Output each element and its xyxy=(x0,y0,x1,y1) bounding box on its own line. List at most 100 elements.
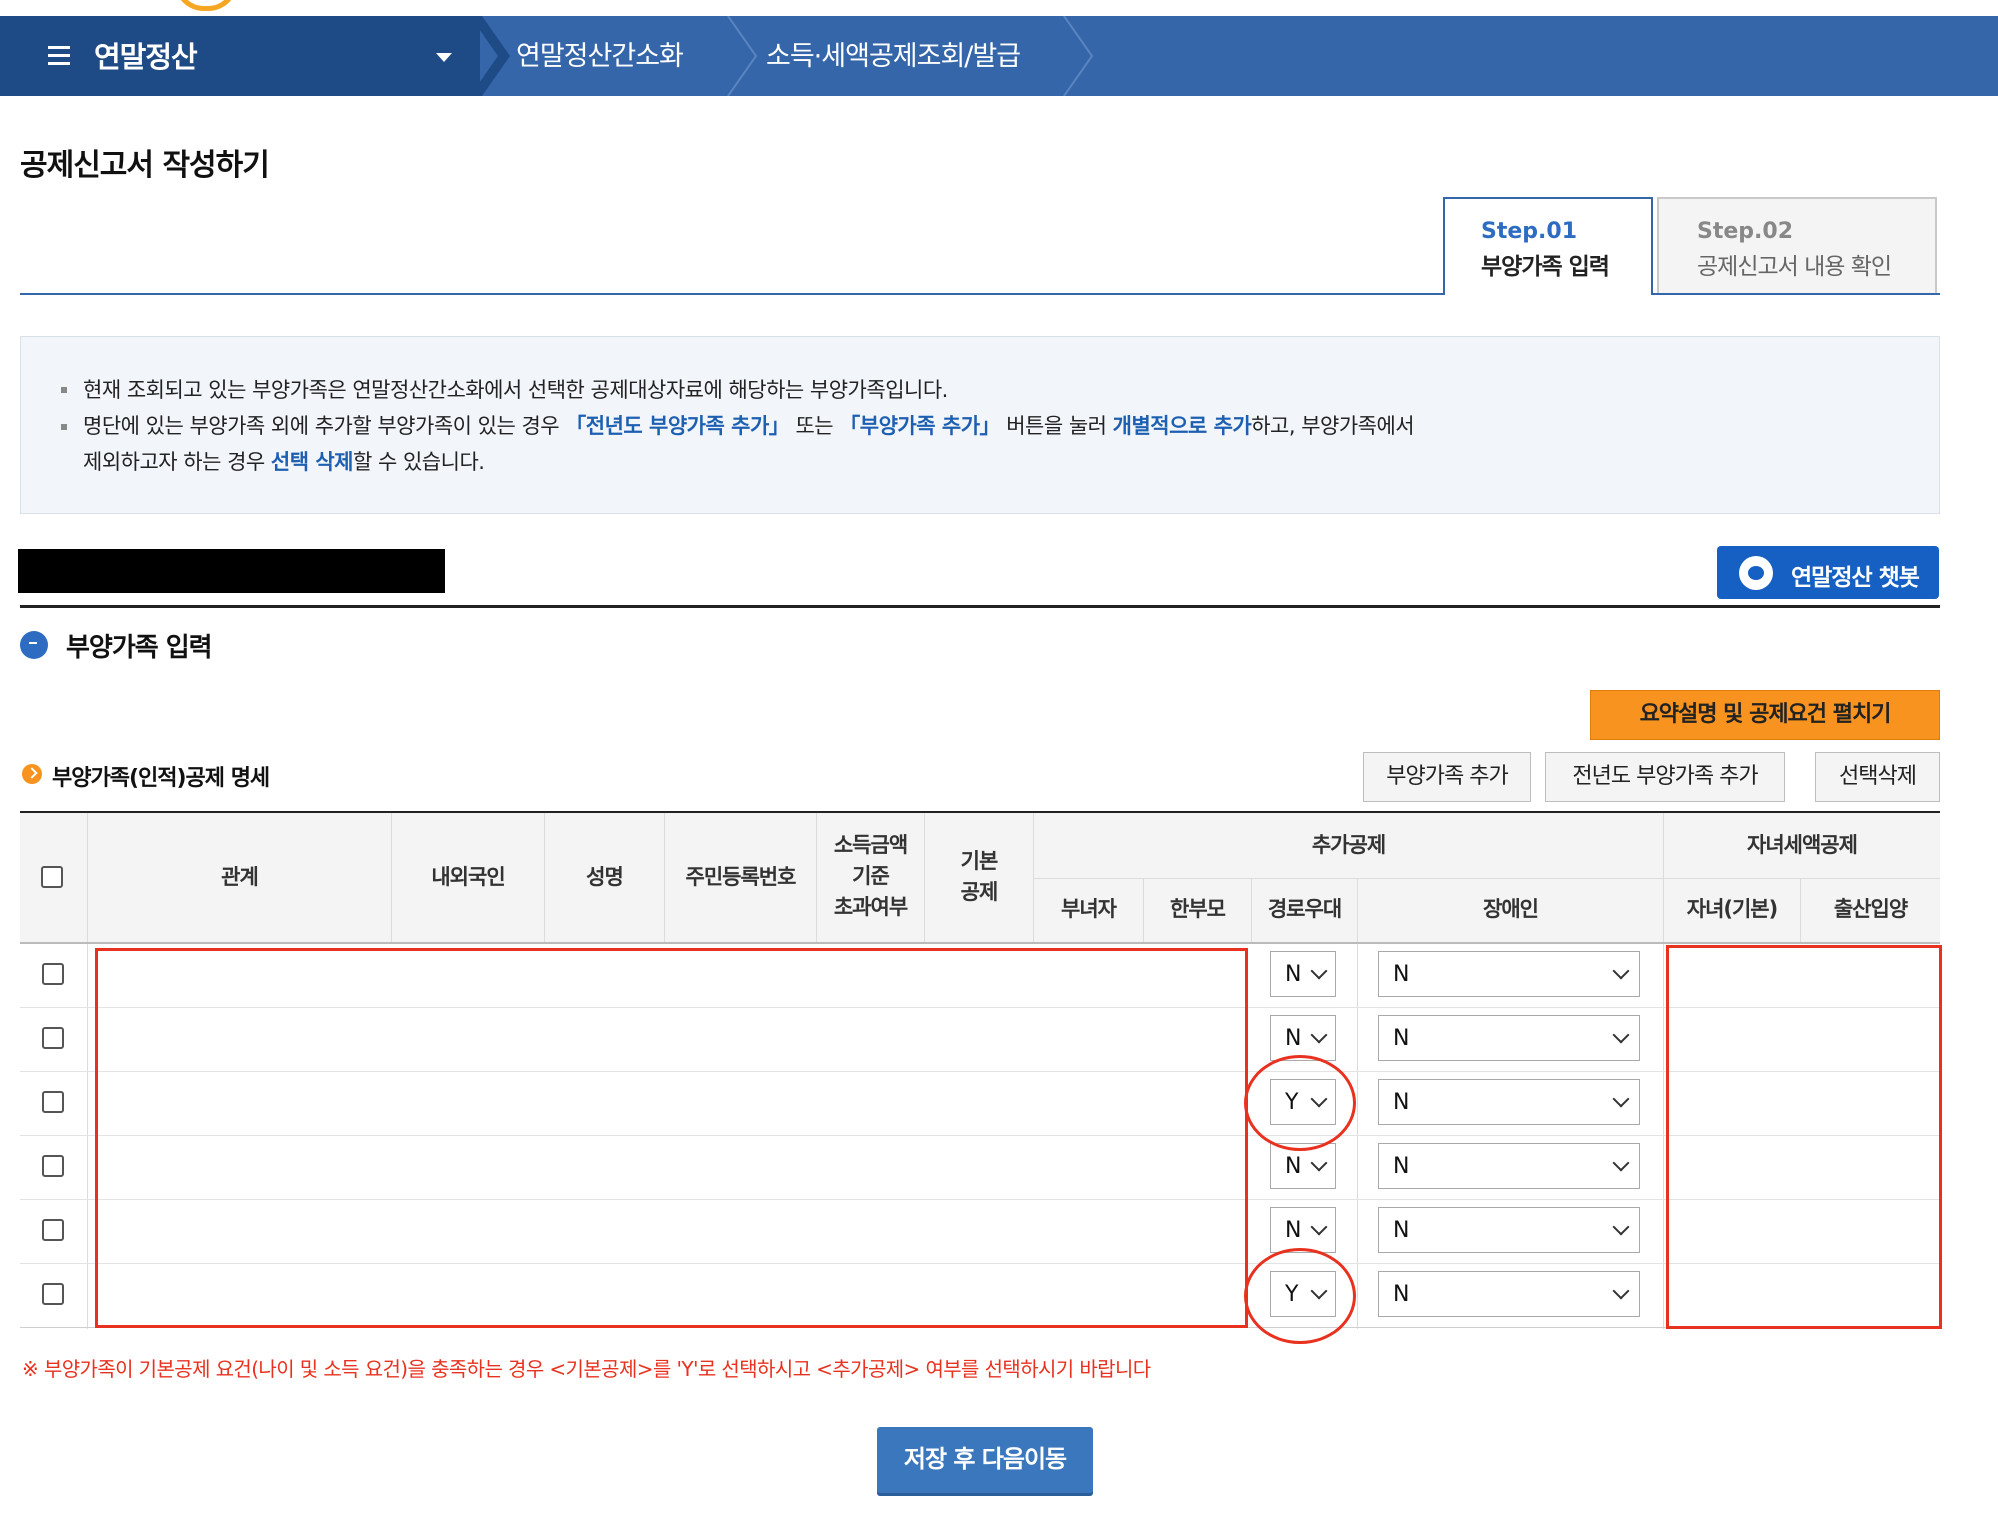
select-value: N xyxy=(1393,1154,1410,1179)
disabled-select[interactable]: N xyxy=(1378,1271,1640,1317)
notice-box: 현재 조회되고 있는 부양가족은 연말정산간소화에서 선택한 공제대상자료에 해… xyxy=(20,336,1940,514)
row-checkbox[interactable] xyxy=(42,1155,64,1177)
row-checkbox[interactable] xyxy=(42,963,64,985)
col-nationality: 내외국인 xyxy=(431,865,505,889)
save-and-next-button[interactable]: 저장 후 다음이동 xyxy=(877,1427,1093,1493)
chevron-down-icon xyxy=(1612,1090,1630,1108)
notice-text: 버튼을 눌러 xyxy=(1000,414,1113,438)
annotation-redacted-area xyxy=(95,948,1248,1328)
section-title: 부양가족 입력 xyxy=(66,633,213,663)
notice-highlight: 선택 삭제 xyxy=(270,450,354,474)
breadcrumb-chevron-icon xyxy=(727,16,758,96)
notice-text: 또는 xyxy=(789,414,840,438)
table-header-border xyxy=(20,942,1940,944)
breadcrumb-item-inquiry[interactable]: 소득·세액공제조회/발급 xyxy=(766,34,1021,73)
annotation-redacted-area xyxy=(1666,945,1942,1329)
chevron-down-icon xyxy=(1612,1026,1630,1044)
section-divider xyxy=(20,605,1940,608)
step-tab-2[interactable]: Step.02 공제신고서 내용 확인 xyxy=(1657,197,1937,293)
elderly-select[interactable]: N xyxy=(1270,1207,1336,1253)
top-navigation: 연말정산 연말정산간소화 소득·세액공제조회/발급 xyxy=(0,0,1998,96)
header-line: 기준 xyxy=(852,864,890,888)
disabled-select[interactable]: N xyxy=(1378,1207,1640,1253)
expand-summary-button[interactable]: 요약설명 및 공제요건 펼치기 xyxy=(1590,690,1940,740)
bullet-icon xyxy=(61,424,67,430)
add-previous-dependent-button[interactable]: 전년도 부양가족 추가 xyxy=(1545,752,1785,802)
breadcrumb-chevron-icon xyxy=(1063,16,1094,96)
caret-down-icon[interactable] xyxy=(436,53,452,62)
col-single-parent: 한부모 xyxy=(1170,897,1226,921)
chevron-down-icon xyxy=(1310,1026,1328,1044)
arrow-circle-icon xyxy=(20,631,48,659)
step-label: 부양가족 입력 xyxy=(1481,254,1610,280)
select-all-checkbox[interactable] xyxy=(41,866,63,888)
chevron-down-icon xyxy=(1612,1282,1630,1300)
select-value: N xyxy=(1285,1218,1302,1243)
disabled-select[interactable]: N xyxy=(1378,1079,1640,1125)
hamburger-icon[interactable] xyxy=(48,46,70,66)
col-name: 성명 xyxy=(586,865,624,889)
col-child-tax-credit: 자녀세액공제 xyxy=(1747,833,1858,857)
step-label: 공제신고서 내용 확인 xyxy=(1697,254,1892,280)
table-header: 관계 내외국인 성명 주민등록번호 소득금액 기준 초과여부 기본 공제 추가공… xyxy=(20,813,1940,943)
col-birth-adoption: 출산입양 xyxy=(1833,897,1908,921)
chevron-down-icon xyxy=(1612,962,1630,980)
disabled-select[interactable]: N xyxy=(1378,1015,1640,1061)
chatbot-icon xyxy=(1739,556,1773,590)
annotation-circle xyxy=(1244,1248,1356,1344)
notice-footnote: ※ 부양가족이 기본공제 요건(나이 및 소득 요건)을 충족하는 경우 <기본… xyxy=(22,1357,1151,1381)
step-tab-1[interactable]: Step.01 부양가족 입력 xyxy=(1443,197,1653,295)
select-value: N xyxy=(1393,1090,1410,1115)
logo-icon xyxy=(174,0,238,11)
step-number: Step.02 xyxy=(1697,219,1794,244)
notice-highlight: 「부양가족 추가」 xyxy=(839,414,1001,438)
select-value: N xyxy=(1285,1026,1302,1051)
chevron-down-icon xyxy=(1310,1218,1328,1236)
col-relation: 관계 xyxy=(221,865,259,889)
header-line: 초과여부 xyxy=(833,895,908,919)
col-disabled: 장애인 xyxy=(1483,897,1539,921)
notice-highlight: 「전년도 부양가족 추가」 xyxy=(565,414,790,438)
disabled-select[interactable]: N xyxy=(1378,1143,1640,1189)
annotation-circle xyxy=(1244,1055,1356,1151)
notice-text: 명단에 있는 부양가족 외에 추가할 부양가족이 있는 경우 xyxy=(83,414,566,438)
header-line: 공제 xyxy=(960,880,999,904)
chevron-down-icon xyxy=(1612,1218,1630,1236)
col-basic-deduction: 기본 공제 xyxy=(925,846,1033,908)
notice-text: 하고, 부양가족에서 xyxy=(1251,414,1415,438)
step-number: Step.01 xyxy=(1481,219,1578,244)
chatbot-label: 연말정산 챗봇 xyxy=(1791,565,1920,591)
notice-line-1: 현재 조회되고 있는 부양가족은 연말정산간소화에서 선택한 공제대상자료에 해… xyxy=(83,378,948,402)
chatbot-button[interactable]: 연말정산 챗봇 xyxy=(1717,546,1939,599)
row-checkbox[interactable] xyxy=(42,1027,64,1049)
breadcrumb-item-simplified[interactable]: 연말정산간소화 xyxy=(516,34,684,73)
chevron-right-circle-icon xyxy=(22,764,42,784)
chevron-down-icon xyxy=(1310,962,1328,980)
row-checkbox[interactable] xyxy=(42,1219,64,1241)
header-line: 기본 xyxy=(960,849,999,873)
select-value: N xyxy=(1393,1282,1410,1307)
chevron-down-icon xyxy=(1612,1154,1630,1172)
select-value: N xyxy=(1285,1154,1302,1179)
col-child-basic: 자녀(기본) xyxy=(1686,897,1778,921)
col-additional-deduction: 추가공제 xyxy=(1311,833,1386,857)
notice-line-3: 제외하고자 하는 경우 선택 삭제할 수 있습니다. xyxy=(83,446,485,476)
row-checkbox[interactable] xyxy=(42,1283,64,1305)
bullet-icon xyxy=(61,387,67,393)
col-income-exceed: 소득금액 기준 초과여부 xyxy=(817,830,924,923)
row-checkbox[interactable] xyxy=(42,1091,64,1113)
page-title: 공제신고서 작성하기 xyxy=(20,148,270,183)
disabled-select[interactable]: N xyxy=(1378,951,1640,997)
elderly-select[interactable]: N xyxy=(1270,951,1336,997)
chevron-down-icon xyxy=(1310,1154,1328,1172)
delete-selected-button[interactable]: 선택삭제 xyxy=(1815,752,1940,802)
header-line: 소득금액 xyxy=(833,833,908,857)
add-dependent-button[interactable]: 부양가족 추가 xyxy=(1363,752,1531,802)
main-menu-dropdown[interactable]: 연말정산 xyxy=(0,16,480,96)
notice-highlight: 개별적으로 추가 xyxy=(1112,414,1252,438)
select-value: N xyxy=(1285,962,1302,987)
notice-line-2: 명단에 있는 부양가족 외에 추가할 부양가족이 있는 경우 「전년도 부양가족… xyxy=(83,410,1415,440)
menu-title[interactable]: 연말정산 xyxy=(94,34,198,76)
col-id-number: 주민등록번호 xyxy=(685,865,797,889)
select-value: N xyxy=(1393,1218,1410,1243)
